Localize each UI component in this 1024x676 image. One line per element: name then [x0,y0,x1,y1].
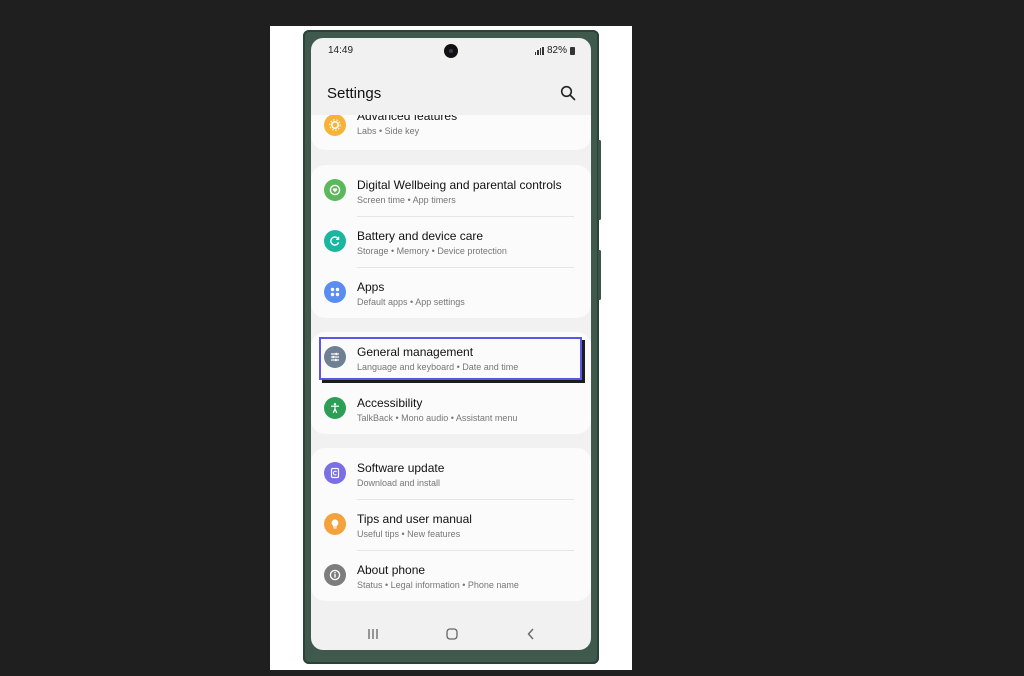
settings-item-advanced-features[interactable]: Advanced features Labs • Side key [311,115,591,156]
settings-item-subtitle: Useful tips • New features [357,529,461,539]
settings-item-battery-device-care[interactable]: Battery and device care Storage • Memory… [311,216,591,267]
search-icon[interactable] [560,85,576,101]
volume-button [598,140,601,220]
settings-group: Software update Download and install Tip… [311,448,591,601]
settings-item-title: Apps [357,280,385,294]
recents-icon[interactable] [365,627,381,641]
settings-item-title: Tips and user manual [357,512,472,526]
settings-item-title: Advanced features [357,115,458,123]
accessibility-icon [324,397,346,419]
gear-plus-icon [324,115,346,136]
settings-item-title: Software update [357,461,445,475]
settings-item-apps[interactable]: Apps Default apps • App settings [311,267,591,318]
status-indicators: 82% [534,45,575,56]
apps-grid-icon [324,281,346,303]
settings-item-subtitle: Download and install [357,478,441,488]
status-time: 14:49 [328,45,354,56]
highlight-box [319,337,582,380]
battery-icon [570,46,575,55]
settings-item-subtitle: Default apps • App settings [357,297,465,307]
navigation-bar [311,621,591,650]
settings-group: Digital Wellbeing and parental controls … [311,165,591,318]
settings-item-tips-user-manual[interactable]: Tips and user manual Useful tips • New f… [311,499,591,550]
status-bar: 14:49 82% [311,38,591,64]
settings-item-accessibility[interactable]: Accessibility TalkBack • Mono audio • As… [311,383,591,434]
signal-icon [534,46,544,55]
settings-item-software-update[interactable]: Software update Download and install [311,448,591,499]
settings-item-digital-wellbeing[interactable]: Digital Wellbeing and parental controls … [311,165,591,216]
update-icon [324,462,346,484]
settings-item-title: Accessibility [357,396,423,410]
heart-circle-icon [324,179,346,201]
front-camera [444,44,458,58]
settings-item-subtitle: Screen time • App timers [357,195,456,205]
settings-item-subtitle: Labs • Side key [357,126,420,136]
settings-group: Advanced features Labs • Side key [311,115,591,150]
settings-item-subtitle: Status • Legal information • Phone name [357,580,519,590]
power-button [598,250,601,300]
settings-item-subtitle: Storage • Memory • Device protection [357,246,507,256]
home-icon[interactable] [444,627,460,641]
battery-level: 82% [546,45,567,56]
info-icon [324,564,346,586]
settings-item-about-phone[interactable]: About phone Status • Legal information •… [311,550,591,601]
settings-item-subtitle: TalkBack • Mono audio • Assistant menu [357,413,518,423]
settings-item-title: About phone [357,563,426,577]
refresh-circle-icon [324,230,346,252]
back-icon[interactable] [523,627,539,641]
settings-item-title: Battery and device care [357,229,484,243]
lightbulb-icon [324,513,346,535]
settings-item-title: Digital Wellbeing and parental controls [357,178,562,192]
page-title: Settings [327,85,382,102]
